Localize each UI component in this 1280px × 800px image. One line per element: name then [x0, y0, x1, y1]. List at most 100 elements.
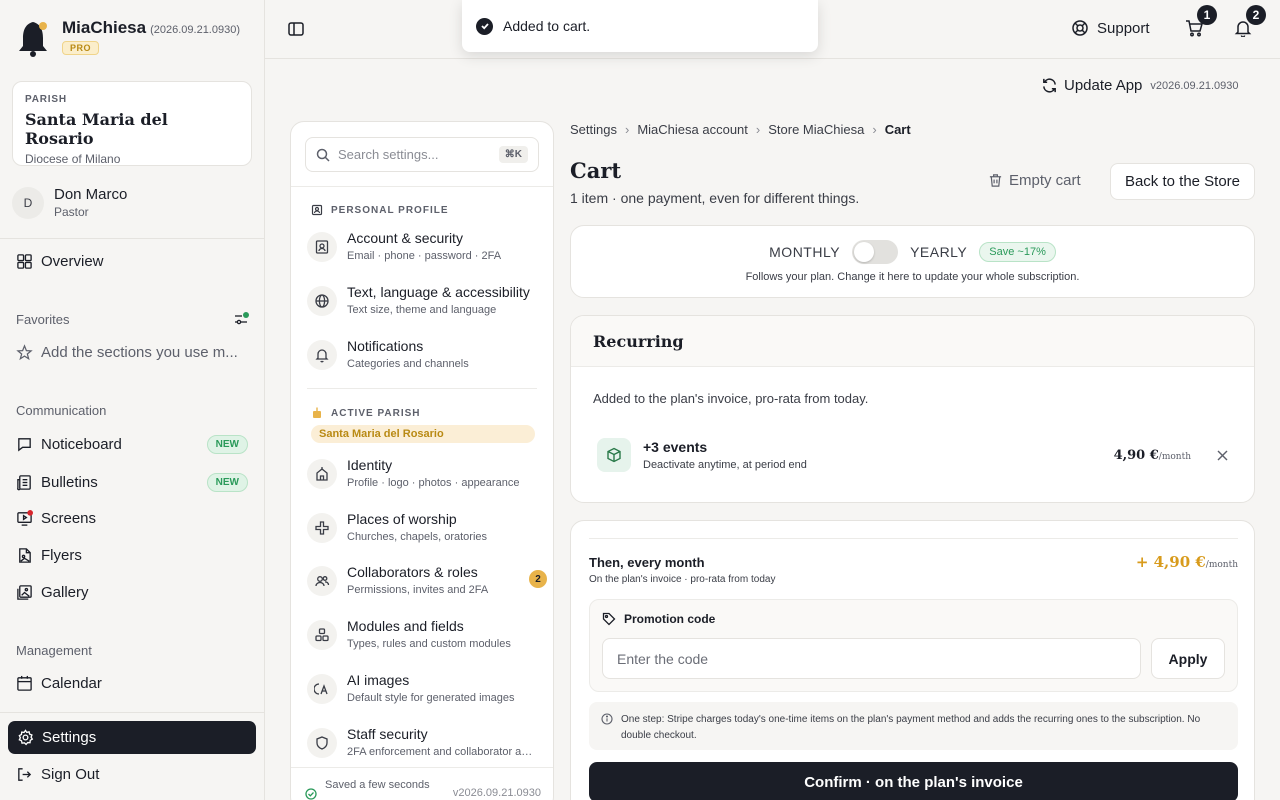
item-price-value: 4,90 €	[1113, 447, 1159, 463]
promo-code-input[interactable]: Enter the code	[602, 638, 1141, 679]
brand[interactable]: MiaChiesa (2026.09.21.0930) PRO	[16, 18, 240, 58]
item-subtitle: Permissions, invites and 2FA	[347, 584, 489, 596]
promotion-code-section: Promotion code Enter the code Apply	[589, 599, 1238, 692]
settings-item-staff-security[interactable]: Staff security 2FA enforcement and collab…	[307, 726, 547, 758]
breadcrumb-link-settings[interactable]: Settings	[570, 122, 617, 137]
user-profile[interactable]: D Don Marco Pastor	[12, 186, 127, 219]
favorites-empty: Add the sections you use m...	[16, 344, 248, 361]
sidebar-item-overview[interactable]: Overview	[16, 253, 248, 270]
tag-icon	[602, 612, 616, 626]
favorites-placeholder: Add the sections you use m...	[41, 344, 238, 361]
user-name: Don Marco	[54, 186, 128, 203]
back-to-store-button[interactable]: Back to the Store	[1110, 163, 1255, 200]
gear-icon	[17, 729, 34, 746]
recurring-description: Added to the plan's invoice, pro-rata fr…	[593, 391, 869, 406]
toast-message: Added to cart.	[503, 18, 591, 34]
sidebar-item-calendar[interactable]: Calendar	[16, 675, 248, 692]
user-role: Pastor	[54, 205, 89, 219]
sidebar-item-gallery[interactable]: Gallery	[16, 584, 248, 601]
management-title: Management	[16, 643, 92, 658]
settings-item-notifications[interactable]: Notifications Categories and channels	[307, 338, 547, 370]
settings-panel: Search settings... ⌘K PERSONAL PROFILE A…	[290, 121, 554, 800]
remove-item-icon[interactable]	[1217, 450, 1228, 461]
sidebar-item-bulletins[interactable]: Bulletins NEW	[16, 473, 248, 492]
support-button[interactable]: Support	[1071, 19, 1150, 37]
settings-item-places-of-worship[interactable]: Places of worship Churches, chapels, orat…	[307, 511, 547, 543]
group-personal-profile: PERSONAL PROFILE	[311, 204, 449, 216]
item-subtitle: Categories and channels	[347, 358, 469, 370]
recurring-card: Recurring Added to the plan's invoice, p…	[570, 315, 1255, 503]
id-badge-icon	[311, 204, 323, 216]
cross-icon	[307, 513, 337, 543]
sidebar-item-label: Calendar	[41, 675, 102, 692]
sidebar-item-flyers[interactable]: Flyers	[16, 547, 248, 564]
settings-item-identity[interactable]: Identity Profile · logo · photos · appear…	[307, 457, 547, 489]
ai-image-icon	[307, 674, 337, 704]
settings-item-modules-fields[interactable]: Modules and fields Types, rules and custo…	[307, 618, 547, 650]
settings-item-ai-images[interactable]: AI images Default style for generated ima…	[307, 672, 547, 704]
save-status-text: Saved a few seconds	[325, 779, 430, 791]
promo-placeholder: Enter the code	[617, 650, 709, 667]
item-title: Staff security	[347, 726, 428, 742]
apply-button[interactable]: Apply	[1151, 638, 1225, 679]
settings-item-collaborators[interactable]: Collaborators & roles Permissions, invite…	[307, 564, 547, 596]
check-circle-icon	[476, 17, 493, 35]
settings-item-text-language[interactable]: Text, language & accessibility Text size,…	[307, 284, 547, 316]
confirm-button[interactable]: Confirm · on the plan's invoice	[589, 762, 1238, 800]
item-subtitle: Types, rules and custom modules	[347, 638, 511, 650]
checkout-info: One step: Stripe charges today's one-tim…	[589, 702, 1238, 750]
item-subtitle: Email · phone · password · 2FA	[347, 250, 502, 262]
divider	[291, 767, 553, 768]
divider	[307, 388, 537, 389]
breadcrumb-link-account[interactable]: MiaChiesa account	[637, 122, 748, 137]
shield-icon	[307, 728, 337, 758]
sidebar-item-noticeboard[interactable]: Noticeboard NEW	[16, 435, 248, 454]
sidebar-item-label: Screens	[41, 510, 97, 527]
item-subtitle: Churches, chapels, oratories	[347, 531, 488, 543]
parish-card[interactable]: PARISH Santa Maria del Rosario Diocese o…	[12, 81, 252, 166]
summary-card: Then, every month On the plan's invoice …	[570, 520, 1255, 800]
sidebar-toggle-icon[interactable]	[287, 20, 305, 38]
grid-icon	[16, 253, 33, 270]
sidebar-item-settings[interactable]: Settings	[8, 721, 256, 754]
edit-favorites-icon[interactable]	[233, 311, 249, 327]
notification-count-badge: 2	[1246, 5, 1266, 25]
billing-period-toggle[interactable]	[852, 240, 899, 264]
sidebar-item-label: Settings	[42, 729, 97, 746]
sidebar-item-label: Sign Out	[41, 766, 100, 783]
sidebar-item-label: Noticeboard	[41, 436, 122, 453]
page-title: Cart	[570, 158, 622, 183]
recurring-total-unit: /month	[1205, 560, 1238, 570]
sign-out-icon	[16, 766, 33, 783]
cart-button[interactable]: 1	[1185, 5, 1217, 37]
recurring-total-title: Then, every month	[589, 555, 705, 570]
update-app-button[interactable]: Update App v2026.09.21.0930	[1041, 77, 1239, 94]
sidebar-item-sign-out[interactable]: Sign Out	[16, 766, 248, 783]
communication-title: Communication	[16, 403, 107, 418]
settings-item-account-security[interactable]: Account & security Email · phone · passwo…	[307, 230, 547, 262]
gallery-icon	[16, 584, 33, 601]
sidebar-item-screens[interactable]: Screens	[16, 510, 248, 527]
search-icon	[316, 148, 330, 162]
id-card-icon	[307, 232, 337, 262]
empty-cart-button[interactable]: Empty cart	[988, 172, 1081, 189]
avatar: D	[12, 186, 44, 219]
item-subtitle: Default style for generated images	[347, 692, 515, 704]
church-icon	[307, 459, 337, 489]
item-title: Modules and fields	[347, 618, 464, 634]
item-subtitle: 2FA enforcement and collaborator access	[347, 746, 537, 758]
brand-name: MiaChiesa	[62, 18, 147, 37]
recurring-total-price: + 4,90 €/month	[1136, 553, 1238, 571]
support-label: Support	[1097, 19, 1150, 37]
sidebar-item-label: Flyers	[41, 547, 82, 564]
yearly-label: YEARLY	[910, 244, 968, 260]
settings-search-input[interactable]: Search settings... ⌘K	[305, 137, 539, 172]
star-icon	[16, 344, 33, 361]
item-price: 4,90 €/month	[1114, 448, 1191, 463]
package-icon	[597, 438, 631, 472]
favorites-title: Favorites	[16, 312, 70, 327]
active-parish-pill: Santa Maria del Rosario	[311, 425, 535, 443]
breadcrumb-link-store[interactable]: Store MiaChiesa	[768, 122, 864, 137]
group-label: PERSONAL PROFILE	[331, 204, 449, 216]
notifications-button[interactable]: 2	[1234, 5, 1266, 37]
